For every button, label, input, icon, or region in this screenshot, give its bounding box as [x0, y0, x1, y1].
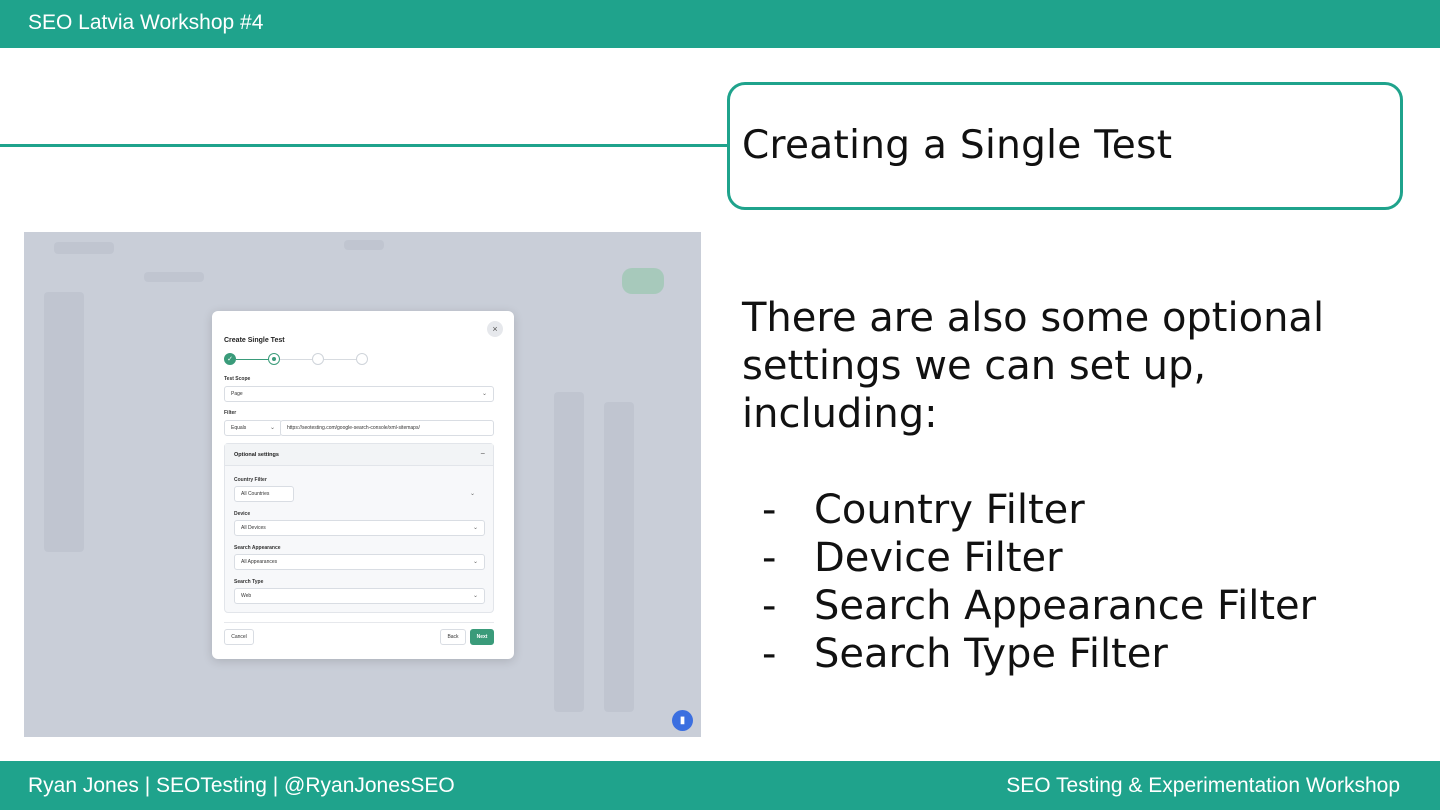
slide-title: Creating a Single Test — [742, 123, 1173, 168]
bullet-marker: - — [762, 487, 777, 533]
step-2-indicator — [268, 353, 280, 365]
filter-label: Filter — [224, 410, 237, 416]
bullet-text: Search Type Filter — [814, 631, 1168, 677]
bullet-item: - Device Filter — [742, 534, 1402, 582]
modal-title: Create Single Test — [224, 337, 285, 344]
workshop-name: SEO Testing & Experimentation Workshop — [1006, 774, 1400, 797]
filter-operator-select[interactable]: Equals ⌄ — [224, 420, 282, 436]
bullet-text: Country Filter — [814, 487, 1085, 533]
chevron-down-icon: ⌄ — [472, 593, 478, 599]
bullet-marker: - — [762, 631, 777, 677]
chevron-down-icon: ⌄ — [470, 491, 476, 497]
cancel-button[interactable]: Cancel — [224, 629, 254, 645]
chevron-down-icon: ⌄ — [472, 559, 478, 565]
app-screenshot: × Create Single Test ✓ Test Scope Page ⌄… — [24, 232, 701, 737]
optional-settings-panel: Optional settings − Country Filter All C… — [224, 443, 494, 613]
top-banner: SEO Latvia Workshop #4 — [0, 0, 1440, 48]
slide-body-text: There are also some optional settings we… — [742, 295, 1325, 437]
blurred-background — [344, 240, 384, 250]
device-label: Device — [234, 511, 251, 517]
test-scope-label: Test Scope — [224, 376, 251, 382]
search-appearance-select[interactable]: All Appearances ⌄ — [234, 554, 485, 570]
bullet-text: Search Appearance Filter — [814, 583, 1317, 629]
blurred-background — [44, 292, 84, 552]
search-type-select[interactable]: Web ⌄ — [234, 588, 485, 604]
optional-settings-header[interactable]: Optional settings − — [225, 444, 493, 466]
country-filter-value: All Countries — [241, 491, 270, 497]
country-filter-label: Country Filter — [234, 477, 267, 483]
bullet-marker: - — [762, 535, 777, 581]
step-4-indicator — [356, 353, 368, 365]
create-single-test-modal: × Create Single Test ✓ Test Scope Page ⌄… — [212, 311, 514, 659]
search-type-value: Web — [241, 593, 252, 599]
chevron-down-icon: ⌄ — [472, 525, 478, 531]
bullet-list: - Country Filter - Device Filter - Search A… — [742, 486, 1402, 678]
blurred-background — [554, 392, 584, 712]
search-type-label: Search Type — [234, 579, 264, 585]
chevron-down-icon: ⌄ — [269, 425, 275, 431]
blurred-button — [622, 268, 664, 294]
blurred-background — [144, 272, 204, 282]
bullet-text: Device Filter — [814, 535, 1063, 581]
back-button[interactable]: Back — [440, 629, 466, 645]
title-accent-line — [0, 144, 729, 147]
filter-operator-value: Equals — [231, 425, 247, 431]
blurred-background — [54, 242, 114, 254]
bullet-item: - Country Filter — [742, 486, 1402, 534]
close-icon[interactable]: × — [487, 321, 503, 337]
country-filter-select[interactable]: All Countries — [234, 486, 294, 502]
test-scope-value: Page — [231, 391, 243, 397]
bullet-item: - Search Appearance Filter — [742, 582, 1402, 630]
step-3-indicator — [312, 353, 324, 365]
workshop-title: SEO Latvia Workshop #4 — [28, 11, 264, 34]
blurred-background — [604, 402, 634, 712]
collapse-icon[interactable]: − — [480, 449, 485, 458]
device-select[interactable]: All Devices ⌄ — [234, 520, 485, 536]
optional-settings-title: Optional settings — [234, 452, 279, 458]
footer-divider — [224, 622, 494, 623]
chevron-down-icon: ⌄ — [481, 391, 487, 397]
chat-icon[interactable]: ▮ — [672, 710, 693, 731]
bullet-item: - Search Type Filter — [742, 630, 1402, 678]
device-value: All Devices — [241, 525, 266, 531]
step-1-check-icon: ✓ — [224, 353, 236, 365]
bullet-marker: - — [762, 583, 777, 629]
filter-url-value: https://seotesting.com/google-search-con… — [287, 425, 420, 431]
test-scope-select[interactable]: Page ⌄ — [224, 386, 494, 402]
search-appearance-label: Search Appearance — [234, 545, 281, 551]
search-appearance-value: All Appearances — [241, 559, 278, 565]
next-button[interactable]: Next — [470, 629, 494, 645]
bottom-banner: Ryan Jones | SEOTesting | @RyanJonesSEO … — [0, 761, 1440, 810]
slide-title-box: Creating a Single Test — [727, 82, 1403, 210]
filter-url-input[interactable]: https://seotesting.com/google-search-con… — [280, 420, 494, 436]
presenter-credit: Ryan Jones | SEOTesting | @RyanJonesSEO — [28, 774, 455, 797]
